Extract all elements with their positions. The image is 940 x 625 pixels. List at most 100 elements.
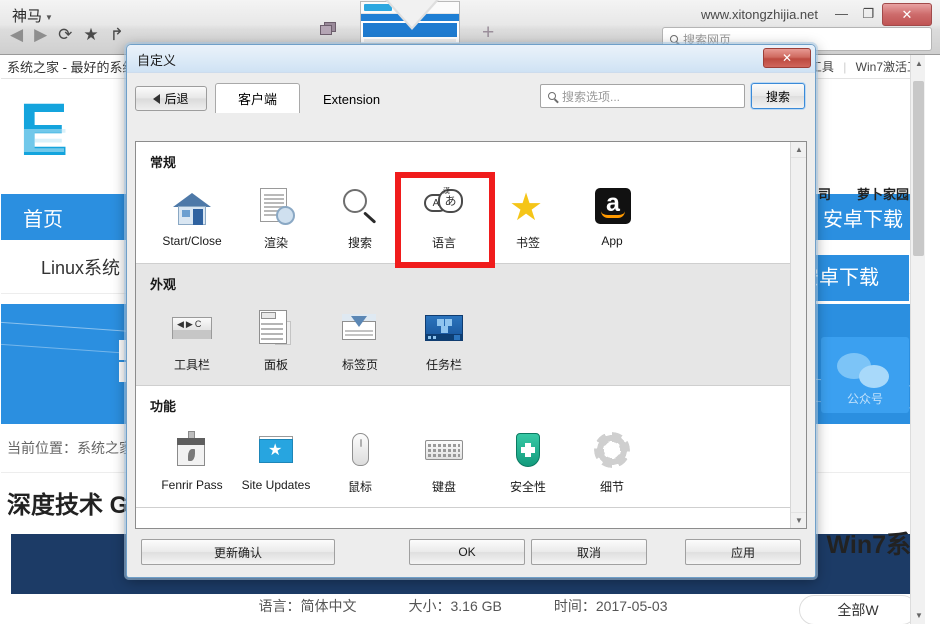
customize-dialog: 自定义 ✕ 后退 客户端 Extension 搜索选项... 搜索 常规 Sta… <box>124 42 818 580</box>
maximize-button[interactable]: ❐ <box>862 6 874 22</box>
update-confirm-button[interactable]: 更新确认 <box>141 539 335 565</box>
brand-link-1[interactable]: 司 <box>818 184 831 203</box>
meta-language: 语言：简体中文 <box>258 598 357 614</box>
page-tab-title: 系统之家 - 最好的系统 <box>7 60 136 75</box>
tab-extension[interactable]: Extension <box>300 85 403 113</box>
tab-extension-label: Extension <box>323 92 381 107</box>
search-icon <box>670 35 678 43</box>
option-item-label: 鼠标 <box>347 480 372 494</box>
option-item-[interactable]: A あ漢语言 <box>402 179 486 259</box>
section-title: 外观 <box>150 277 177 292</box>
option-item-label: 书签 <box>515 236 540 250</box>
browser-nav-buttons: ◀ ▶ ⟳ ★ ↱ <box>10 26 124 43</box>
topbar-divider: | <box>843 60 847 74</box>
taskbar-icon <box>423 307 465 349</box>
subnav-item-linux[interactable]: Linux系统 <box>41 254 120 280</box>
aside-filter-all-windows[interactable]: 全部W <box>799 595 917 624</box>
home-icon <box>171 185 213 227</box>
page-scroll-up-icon[interactable]: ▲ <box>915 59 923 68</box>
panel-scrollbar[interactable]: ▲ ▼ <box>790 142 806 528</box>
reload-icon[interactable]: ⟳ <box>58 26 72 43</box>
fenrir-pass-icon <box>171 429 213 471</box>
option-item-label: 任务栏 <box>425 358 462 372</box>
section-title: 常规 <box>150 155 177 170</box>
ok-button[interactable]: OK <box>409 539 525 565</box>
section-1: 外观 ◀▶C 工具栏 面板 标签页 任务栏 <box>136 264 790 385</box>
bookmark-star-icon[interactable]: ★ <box>83 26 98 43</box>
wechat-bubble-2-icon <box>859 365 889 388</box>
back-button[interactable]: 后退 <box>135 86 207 111</box>
document-render-icon <box>255 185 297 227</box>
option-item-[interactable]: 搜索 <box>318 179 402 259</box>
brand-link-2[interactable]: 萝卜家园 <box>857 184 909 203</box>
amazon-app-icon: a <box>591 185 633 227</box>
aside-win7-heading: Win7系 <box>826 531 912 559</box>
option-item-site-updates[interactable]: ★ Site Updates <box>234 423 318 503</box>
tab-client[interactable]: 客户端 <box>215 83 301 113</box>
option-item-fenrir-pass[interactable]: Fenrir Pass <box>150 423 234 503</box>
scroll-down-icon[interactable]: ▼ <box>791 512 806 528</box>
search-button[interactable]: 搜索 <box>751 83 805 109</box>
scroll-up-icon[interactable]: ▲ <box>791 142 806 158</box>
page-scroll-thumb[interactable] <box>913 81 924 256</box>
active-tab-notch <box>385 0 439 30</box>
search-button-label: 搜索 <box>765 89 790 104</box>
site-updates-icon: ★ <box>255 429 297 471</box>
tabs-icon <box>339 307 381 349</box>
option-item-[interactable]: 标签页 <box>318 301 402 381</box>
option-item-[interactable]: 鼠标 <box>318 423 402 503</box>
apply-button[interactable]: 应用 <box>685 539 801 565</box>
option-item-[interactable]: 安全性 <box>486 423 570 503</box>
browser-menu-button[interactable]: 神马 ▼ <box>12 5 53 26</box>
chevron-down-icon: ▼ <box>45 13 53 22</box>
page-scroll-down-icon[interactable]: ▼ <box>915 611 923 620</box>
triangle-left-icon <box>153 93 161 104</box>
nav-item-android-download[interactable]: 安卓下载 <box>823 203 903 232</box>
option-item-[interactable]: ★ 书签 <box>486 179 570 259</box>
option-item-[interactable]: 任务栏 <box>402 301 486 381</box>
back-icon[interactable]: ◀ <box>10 26 23 43</box>
share-icon[interactable]: ↱ <box>110 26 124 43</box>
section-2: 功能 Fenrir Pass ★ Site Updates 鼠标 键盘 安全性 细节 <box>136 386 790 507</box>
option-item-label: 细节 <box>599 480 624 494</box>
window-close-button[interactable]: ✕ <box>882 3 932 26</box>
option-item-[interactable]: 渲染 <box>234 179 318 259</box>
language-bubbles-icon: Aあ漢 <box>423 185 465 227</box>
option-item-label: Start/Close <box>162 234 222 248</box>
site-logo-reflection: E <box>19 121 65 160</box>
mouse-icon <box>339 429 381 471</box>
option-item-label: 搜索 <box>347 236 372 250</box>
browser-menu-label: 神马 <box>12 8 43 25</box>
dialog-footer: 更新确认 OK 取消 应用 <box>135 539 807 567</box>
panel-icon <box>255 307 297 349</box>
option-item-[interactable]: ◀▶C 工具栏 <box>150 301 234 381</box>
tab-stack-icon[interactable] <box>320 22 336 36</box>
nav-item-home[interactable]: 首页 <box>23 203 63 232</box>
page-scrollbar[interactable]: ▲ ▼ <box>910 55 925 624</box>
forward-icon[interactable]: ▶ <box>34 26 47 43</box>
cancel-button[interactable]: 取消 <box>531 539 647 565</box>
option-item-label: 标签页 <box>341 358 378 372</box>
magnifier-icon <box>339 185 381 227</box>
minimize-button[interactable]: — <box>835 6 848 21</box>
search-icon <box>548 92 556 100</box>
site-brand-links: 司 萝卜家园 <box>818 184 909 203</box>
option-item-[interactable]: 面板 <box>234 301 318 381</box>
option-item-[interactable]: 细节 <box>570 423 654 503</box>
wechat-qr-widget[interactable]: 公众号 <box>821 337 909 413</box>
option-item-label: 工具栏 <box>173 358 210 372</box>
option-item-label: Site Updates <box>241 478 311 492</box>
options-search-input[interactable]: 搜索选项... <box>540 84 745 108</box>
option-item-[interactable]: 键盘 <box>402 423 486 503</box>
option-item-label: App <box>601 234 623 248</box>
dialog-close-button[interactable]: ✕ <box>763 48 811 68</box>
new-tab-button[interactable]: + <box>482 22 494 43</box>
option-item-label: 渲染 <box>263 236 288 250</box>
section-divider <box>136 507 790 508</box>
dialog-titlebar: 自定义 ✕ <box>127 45 815 73</box>
option-item-app[interactable]: a App <box>570 179 654 259</box>
url-label: www.xitongzhijia.net <box>700 7 818 22</box>
option-item-start-close[interactable]: Start/Close <box>150 179 234 259</box>
options-panel: 常规 Start/Close 渲染 搜索 A あ漢语言 ★ 书签 a App 外观 ◀▶C 工具栏 面板 标… <box>135 141 807 529</box>
section-grid: ◀▶C 工具栏 面板 标签页 任务栏 <box>150 297 790 381</box>
